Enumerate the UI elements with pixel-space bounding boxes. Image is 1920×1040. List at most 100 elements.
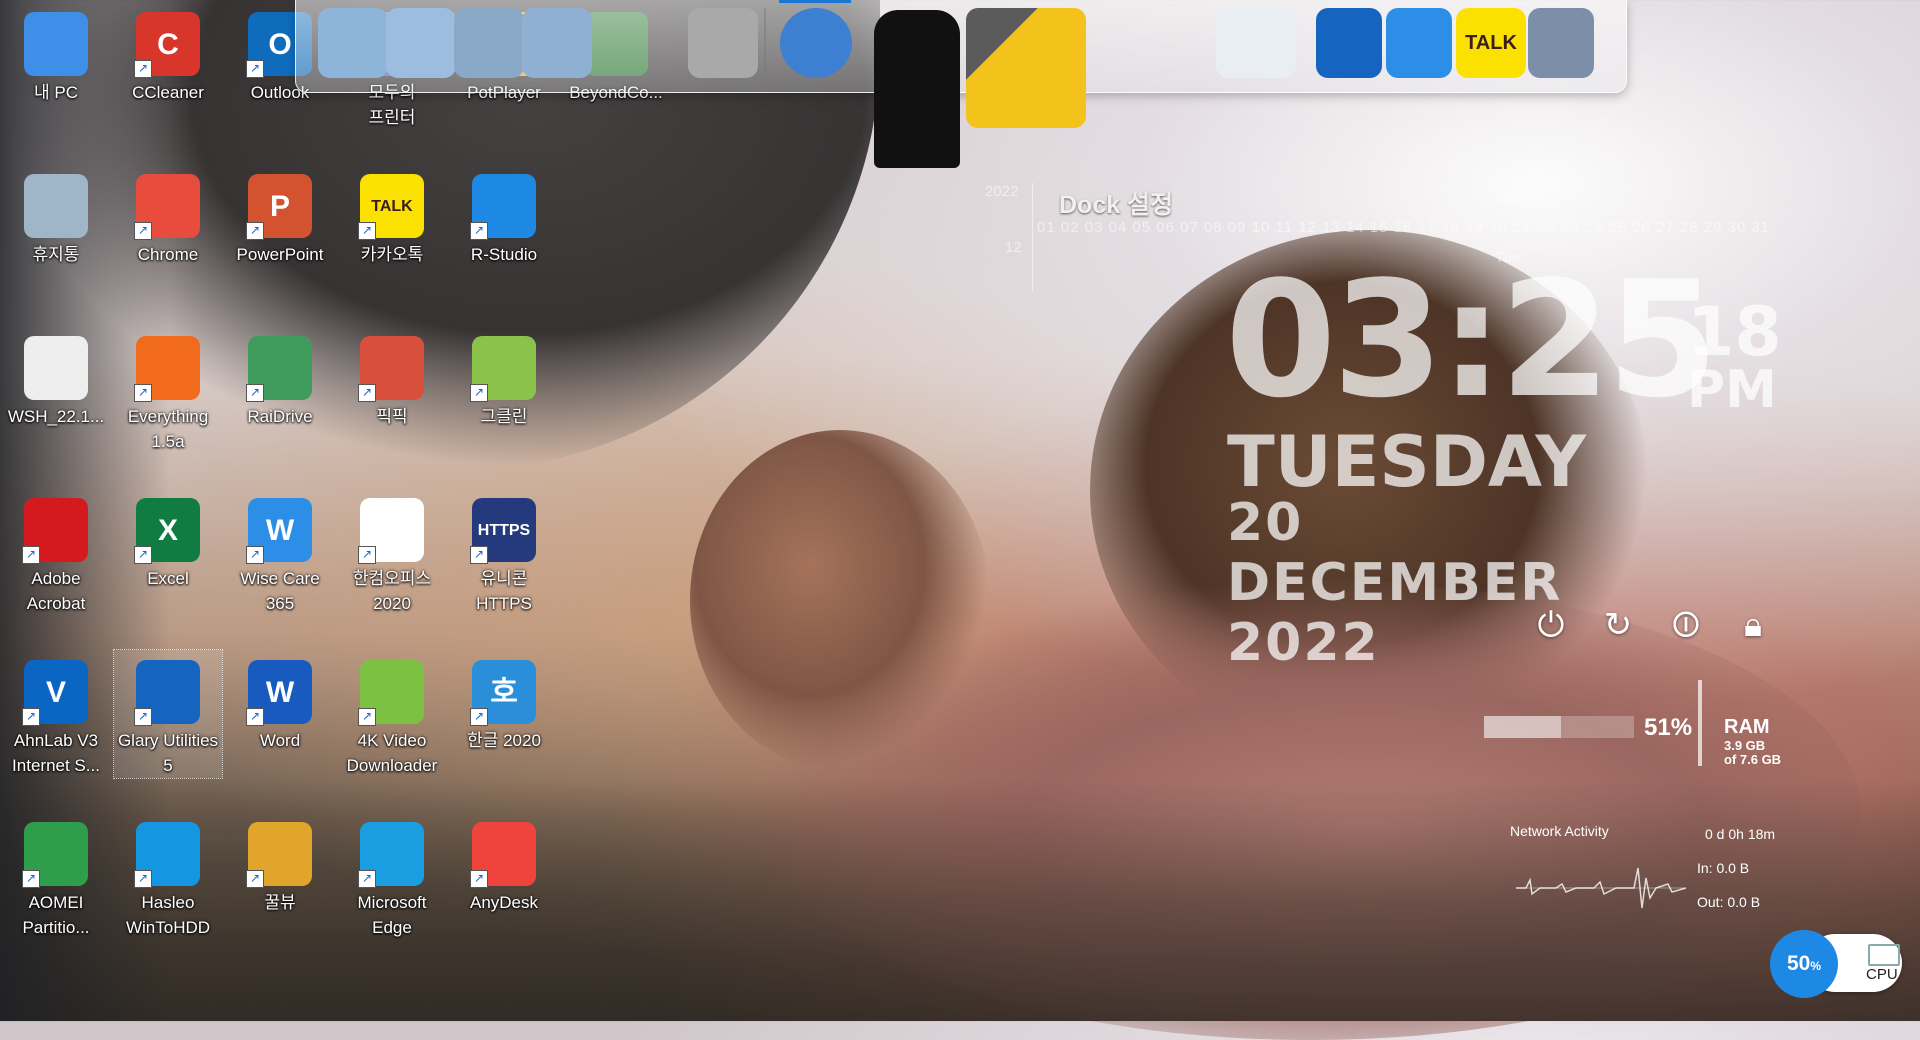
shortcut-arrow-icon: ↗ bbox=[134, 384, 152, 402]
desktop-icon-label: 4K Video Downloader bbox=[346, 731, 438, 775]
calendar-month: 12 bbox=[1005, 239, 1022, 256]
desktop-icon-label: WSH_22.1... bbox=[7, 407, 105, 426]
app-icon: W ↗ bbox=[246, 660, 312, 726]
desktop-icon-label: 카카오톡 bbox=[360, 245, 424, 264]
app-icon: ↗ bbox=[22, 822, 88, 888]
hammer-dock-icon[interactable] bbox=[966, 8, 1086, 128]
desktop-icon[interactable]: ↗ Adobe Acrobat bbox=[2, 488, 110, 616]
desktop-icon[interactable]: C ↗ CCleaner bbox=[114, 2, 222, 105]
ram-percent: 51% bbox=[1644, 714, 1693, 741]
desktop-icon-label: CCleaner bbox=[132, 83, 204, 102]
clock-date: 20 DECEMBER 2022 bbox=[1227, 493, 1563, 673]
folder-tools-dock-icon[interactable] bbox=[454, 8, 524, 78]
restart-icon[interactable]: ↻ bbox=[1598, 605, 1638, 645]
glary-dock-icon[interactable] bbox=[1316, 8, 1382, 78]
recycle-bin-dock-icon[interactable] bbox=[1216, 8, 1296, 78]
shortcut-arrow-icon: ↗ bbox=[358, 870, 376, 888]
shortcut-arrow-icon: ↗ bbox=[358, 384, 376, 402]
desktop-icon[interactable]: ↗ 한컴오피스 2020 bbox=[338, 488, 446, 616]
desktop-icon[interactable]: ↗ 픽픽 bbox=[338, 326, 446, 429]
tools-dock-icon[interactable] bbox=[688, 8, 758, 78]
desktop-icon[interactable]: 내 PC bbox=[2, 2, 110, 105]
globe-dock-icon[interactable] bbox=[780, 8, 852, 78]
shortcut-arrow-icon: ↗ bbox=[470, 870, 488, 888]
cpu-percent-badge: 50% bbox=[1770, 930, 1838, 998]
ram-label: RAM bbox=[1724, 716, 1770, 738]
logoff-icon[interactable]: ⏼ bbox=[1666, 605, 1706, 645]
desktop-icon-label: Word bbox=[259, 731, 301, 750]
desktop-icon[interactable]: ↗ 4K Video Downloader bbox=[338, 650, 446, 778]
app-icon: ↗ bbox=[134, 174, 200, 240]
rstudio-dock-icon[interactable] bbox=[1528, 8, 1594, 78]
desktop-icon[interactable]: TALK ↗ 카카오톡 bbox=[338, 164, 446, 267]
desktop-icon-label: AnyDesk bbox=[469, 893, 539, 912]
desktop-icon[interactable]: ↗ Glary Utilities 5 bbox=[113, 649, 223, 779]
desktop-icon[interactable]: W ↗ Wise Care 365 bbox=[226, 488, 334, 616]
ram-bar-fill bbox=[1484, 716, 1561, 738]
shortcut-arrow-icon: ↗ bbox=[470, 708, 488, 726]
lock-icon[interactable]: 🔒︎ bbox=[1733, 605, 1773, 645]
network-in: In: 0.0 B bbox=[1697, 860, 1750, 876]
desktop-icon[interactable]: ↗ AOMEI Partitio... bbox=[2, 812, 110, 940]
desktop-icon[interactable]: ↗ RaiDrive bbox=[226, 326, 334, 429]
monitor-icon bbox=[1868, 944, 1900, 966]
cpu-widget[interactable]: CPU 50% bbox=[1770, 930, 1902, 998]
shortcut-arrow-icon: ↗ bbox=[358, 222, 376, 240]
app-icon: TALK ↗ bbox=[358, 174, 424, 240]
ram-total: of 7.6 GB bbox=[1724, 752, 1782, 767]
folder-dock-icon[interactable] bbox=[386, 8, 456, 78]
desktop-icon-label: Everything 1.5a bbox=[127, 407, 209, 451]
desktop-icon[interactable]: ↗ AnyDesk bbox=[450, 812, 558, 915]
app-icon: ↗ bbox=[358, 660, 424, 726]
clock-seconds: 18 bbox=[1687, 293, 1782, 372]
desktop-icon-label: 꿀뷰 bbox=[264, 893, 296, 912]
clock-time: 03:25 bbox=[1225, 246, 1718, 433]
desktop-icon[interactable]: 휴지통 bbox=[2, 164, 110, 267]
desktop-icon[interactable]: 호 ↗ 한글 2020 bbox=[450, 650, 558, 753]
shortcut-arrow-icon: ↗ bbox=[246, 60, 264, 78]
app-icon: 호 ↗ bbox=[470, 660, 536, 726]
app-icon: ↗ bbox=[246, 822, 312, 888]
desktop-icon-label: PowerPoint bbox=[236, 245, 324, 264]
computer-network-dock-icon[interactable] bbox=[318, 8, 388, 78]
shortcut-arrow-icon: ↗ bbox=[22, 870, 40, 888]
shortcut-arrow-icon: ↗ bbox=[134, 60, 152, 78]
desktop-icon[interactable]: ↗ R-Studio bbox=[450, 164, 558, 267]
app-icon: HTTPS ↗ bbox=[470, 498, 536, 564]
desktop-icon-label: Excel bbox=[147, 569, 189, 588]
wise-care-dock-icon[interactable] bbox=[1386, 8, 1452, 78]
desktop-icon[interactable]: ↗ Everything 1.5a bbox=[114, 326, 222, 454]
desktop-icon[interactable]: ↗ Chrome bbox=[114, 164, 222, 267]
desktop-icon-label: Chrome bbox=[137, 245, 199, 264]
tshirt-dock-icon[interactable] bbox=[874, 10, 960, 168]
app-icon: W ↗ bbox=[246, 498, 312, 564]
desktop-icon-label: AhnLab V3 Internet S... bbox=[12, 731, 100, 775]
kakaotalk-dock-label: TALK bbox=[1465, 31, 1517, 54]
folder-search-dock-icon[interactable] bbox=[522, 8, 592, 78]
desktop-icon[interactable]: ↗ 꿀뷰 bbox=[226, 812, 334, 915]
desktop-icon-label: 한컴오피스 2020 bbox=[352, 569, 432, 613]
desktop-icon[interactable]: WSH_22.1... bbox=[2, 326, 110, 429]
kakaotalk-dock-icon[interactable]: TALK bbox=[1456, 8, 1526, 78]
dock-settings-label[interactable]: Dock 설정 bbox=[1059, 185, 1173, 221]
desktop-icon[interactable]: X ↗ Excel bbox=[114, 488, 222, 591]
desktop-icon-label: Hasleo WinToHDD bbox=[125, 893, 211, 937]
dock-active-indicator bbox=[779, 0, 851, 3]
app-icon: V ↗ bbox=[22, 660, 88, 726]
dock-divider bbox=[764, 8, 766, 78]
shortcut-arrow-icon: ↗ bbox=[134, 870, 152, 888]
shortcut-arrow-icon: ↗ bbox=[134, 708, 152, 726]
app-icon: C ↗ bbox=[134, 12, 200, 78]
desktop-icon[interactable]: W ↗ Word bbox=[226, 650, 334, 753]
desktop-icon[interactable]: HTTPS ↗ 유니콘 HTTPS bbox=[450, 488, 558, 616]
desktop-icon[interactable]: P ↗ PowerPoint bbox=[226, 164, 334, 267]
desktop-icon[interactable]: ↗ Hasleo WinToHDD bbox=[114, 812, 222, 940]
shortcut-arrow-icon: ↗ bbox=[470, 546, 488, 564]
desktop-icon[interactable]: ↗ 그클린 bbox=[450, 326, 558, 429]
shortcut-arrow-icon: ↗ bbox=[246, 870, 264, 888]
desktop-icon[interactable]: V ↗ AhnLab V3 Internet S... bbox=[2, 650, 110, 778]
desktop-icon[interactable]: ↗ Microsoft Edge bbox=[338, 812, 446, 940]
shortcut-arrow-icon: ↗ bbox=[246, 546, 264, 564]
app-icon: ↗ bbox=[470, 822, 536, 888]
power-icon[interactable]: ⏻ bbox=[1531, 605, 1571, 645]
